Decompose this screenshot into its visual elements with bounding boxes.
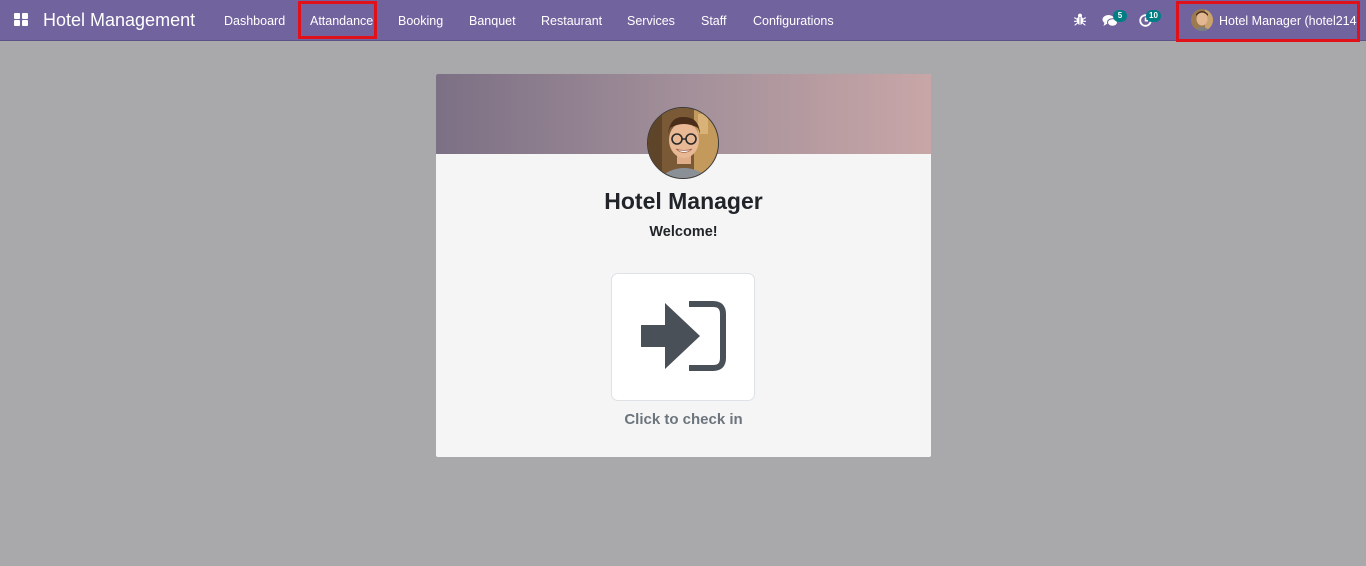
sign-in-icon	[641, 301, 727, 378]
attendance-card: Hotel Manager Welcome! Click to check in	[436, 74, 931, 457]
menu-dashboard[interactable]: Dashboard	[224, 14, 285, 28]
apps-grid-icon[interactable]	[14, 13, 29, 27]
employee-photo	[647, 107, 719, 179]
check-in-label[interactable]: Click to check in	[436, 411, 931, 428]
menu-banquet[interactable]: Banquet	[469, 14, 516, 28]
activities-count-badge: 10	[1146, 10, 1161, 22]
top-navbar: Hotel Management Dashboard Attandance Bo…	[0, 0, 1366, 42]
check-in-button[interactable]	[611, 273, 755, 401]
menu-restaurant[interactable]: Restaurant	[541, 14, 602, 28]
employee-name: Hotel Manager	[604, 188, 763, 214]
attendance-highlight-box	[298, 1, 377, 39]
bug-icon[interactable]	[1073, 13, 1087, 31]
welcome-message: Welcome!	[649, 224, 718, 240]
menu-booking[interactable]: Booking	[398, 14, 443, 28]
messages-count-badge: 5	[1113, 10, 1127, 22]
menu-services[interactable]: Services	[627, 14, 675, 28]
user-menu-highlight-box	[1176, 1, 1360, 42]
app-title[interactable]: Hotel Management	[43, 10, 195, 31]
menu-configurations[interactable]: Configurations	[753, 14, 834, 28]
menu-staff[interactable]: Staff	[701, 14, 726, 28]
